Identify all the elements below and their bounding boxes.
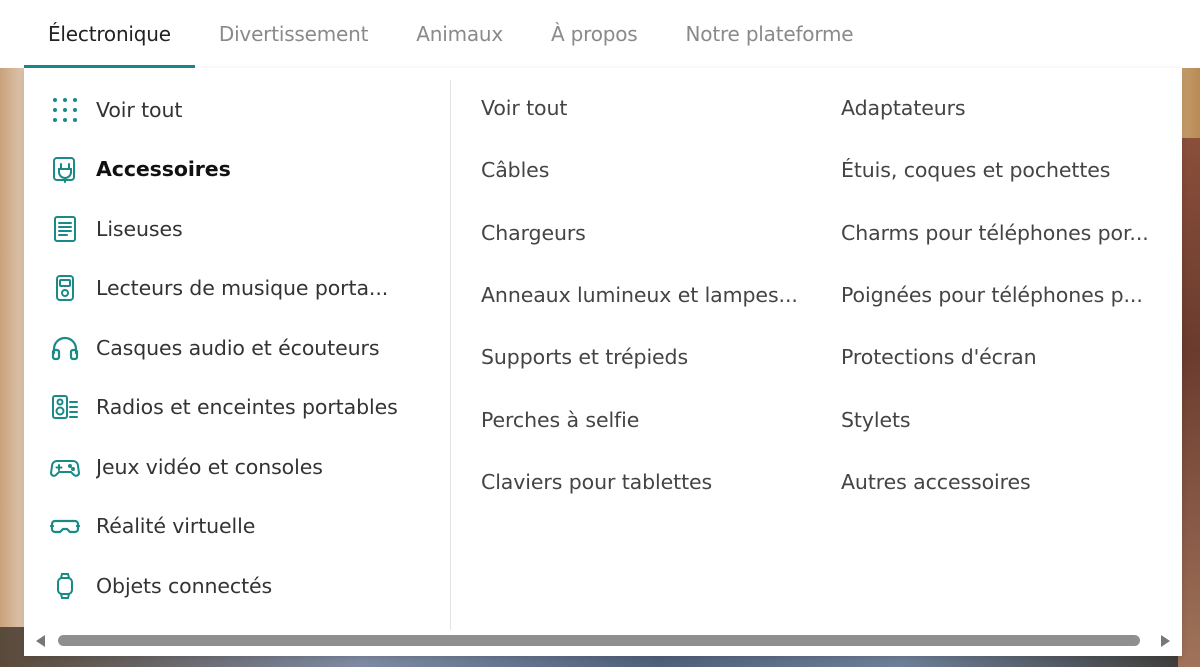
tab-a-propos[interactable]: À propos [527, 0, 662, 68]
category-item-lecteurs-musique[interactable]: Lecteurs de musique porta... [24, 259, 450, 319]
horizontal-scrollbar[interactable] [24, 630, 1182, 652]
category-item-realite-virtuelle[interactable]: Réalité virtuelle [24, 497, 450, 557]
subcategory-link[interactable]: Chargeurs [481, 202, 821, 264]
category-label: Liseuses [96, 216, 183, 241]
subcategory-label: Poignées pour téléphones p... [841, 283, 1143, 308]
subcategory-label: Voir tout [481, 96, 568, 121]
subcategory-link[interactable]: Poignées pour téléphones p... [841, 264, 1176, 326]
subcategory-label: Étuis, coques et pochettes [841, 158, 1111, 183]
subcategory-column-1: Voir tout Câbles Chargeurs Anneaux lumin… [481, 77, 821, 513]
category-label: Objets connectés [96, 573, 273, 598]
category-label: Radios et enceintes portables [96, 395, 398, 420]
subcategory-label: Stylets [841, 407, 911, 432]
music-player-icon [48, 271, 82, 305]
category-tabs: Électronique Divertissement Animaux À pr… [0, 0, 1200, 68]
smartwatch-icon [48, 569, 82, 603]
subcategory-link[interactable]: Autres accessoires [841, 451, 1176, 513]
grid-dots-icon [48, 93, 82, 127]
mega-menu-panel: Voir tout Accessoires Liseuses Lecteurs … [24, 68, 1182, 656]
tab-notre-plateforme[interactable]: Notre plateforme [662, 0, 878, 68]
subcategory-link[interactable]: Adaptateurs [841, 77, 1176, 139]
speaker-icon [48, 390, 82, 424]
category-label: Casques audio et écouteurs [96, 335, 380, 360]
vr-headset-icon [48, 509, 82, 543]
category-label: Accessoires [96, 157, 231, 182]
category-item-accessoires[interactable]: Accessoires [24, 140, 450, 200]
subcategory-column-2: Adaptateurs Étuis, coques et pochettes C… [841, 77, 1176, 513]
category-item-jeux-video[interactable]: Jeux vidéo et consoles [24, 437, 450, 497]
ereader-icon [48, 212, 82, 246]
subcategory-label: Charms pour téléphones por... [841, 220, 1149, 245]
column-divider [450, 80, 451, 630]
subcategory-label: Claviers pour tablettes [481, 469, 713, 494]
subcategory-link[interactable]: Stylets [841, 388, 1176, 450]
plug-icon [48, 152, 82, 186]
subcategory-label: Câbles [481, 158, 550, 183]
subcategory-label: Protections d'écran [841, 345, 1037, 370]
category-label: Jeux vidéo et consoles [96, 454, 323, 479]
gamepad-icon [48, 450, 82, 484]
subcategory-link[interactable]: Protections d'écran [841, 326, 1176, 388]
subcategory-label: Anneaux lumineux et lampes... [481, 283, 798, 308]
headphones-icon [48, 331, 82, 365]
category-item-voir-tout[interactable]: Voir tout [24, 80, 450, 140]
scroll-right-arrow-icon[interactable] [1161, 635, 1170, 647]
category-item-casques[interactable]: Casques audio et écouteurs [24, 318, 450, 378]
subcategory-link[interactable]: Étuis, coques et pochettes [841, 139, 1176, 201]
tab-animaux[interactable]: Animaux [392, 0, 527, 68]
category-item-radios-enceintes[interactable]: Radios et enceintes portables [24, 378, 450, 438]
tab-electronique[interactable]: Électronique [24, 0, 195, 68]
tab-divertissement[interactable]: Divertissement [195, 0, 392, 68]
category-label: Lecteurs de musique porta... [96, 276, 389, 301]
category-item-objets-connectes[interactable]: Objets connectés [24, 556, 450, 616]
scroll-left-arrow-icon[interactable] [36, 635, 45, 647]
subcategory-label: Chargeurs [481, 220, 586, 245]
subcategory-link[interactable]: Câbles [481, 139, 821, 201]
subcategory-link[interactable]: Voir tout [481, 77, 821, 139]
subcategory-link[interactable]: Claviers pour tablettes [481, 451, 821, 513]
category-list: Voir tout Accessoires Liseuses Lecteurs … [24, 80, 450, 616]
category-item-liseuses[interactable]: Liseuses [24, 199, 450, 259]
subcategory-link[interactable]: Perches à selfie [481, 388, 821, 450]
subcategory-link[interactable]: Anneaux lumineux et lampes... [481, 264, 821, 326]
subcategory-link[interactable]: Supports et trépieds [481, 326, 821, 388]
category-label: Réalité virtuelle [96, 514, 256, 539]
category-label: Voir tout [96, 97, 183, 122]
subcategory-label: Adaptateurs [841, 96, 966, 121]
subcategory-label: Supports et trépieds [481, 345, 689, 370]
subcategory-link[interactable]: Charms pour téléphones por... [841, 202, 1176, 264]
scrollbar-thumb[interactable] [58, 635, 1140, 646]
subcategory-label: Autres accessoires [841, 469, 1031, 494]
subcategory-label: Perches à selfie [481, 407, 640, 432]
